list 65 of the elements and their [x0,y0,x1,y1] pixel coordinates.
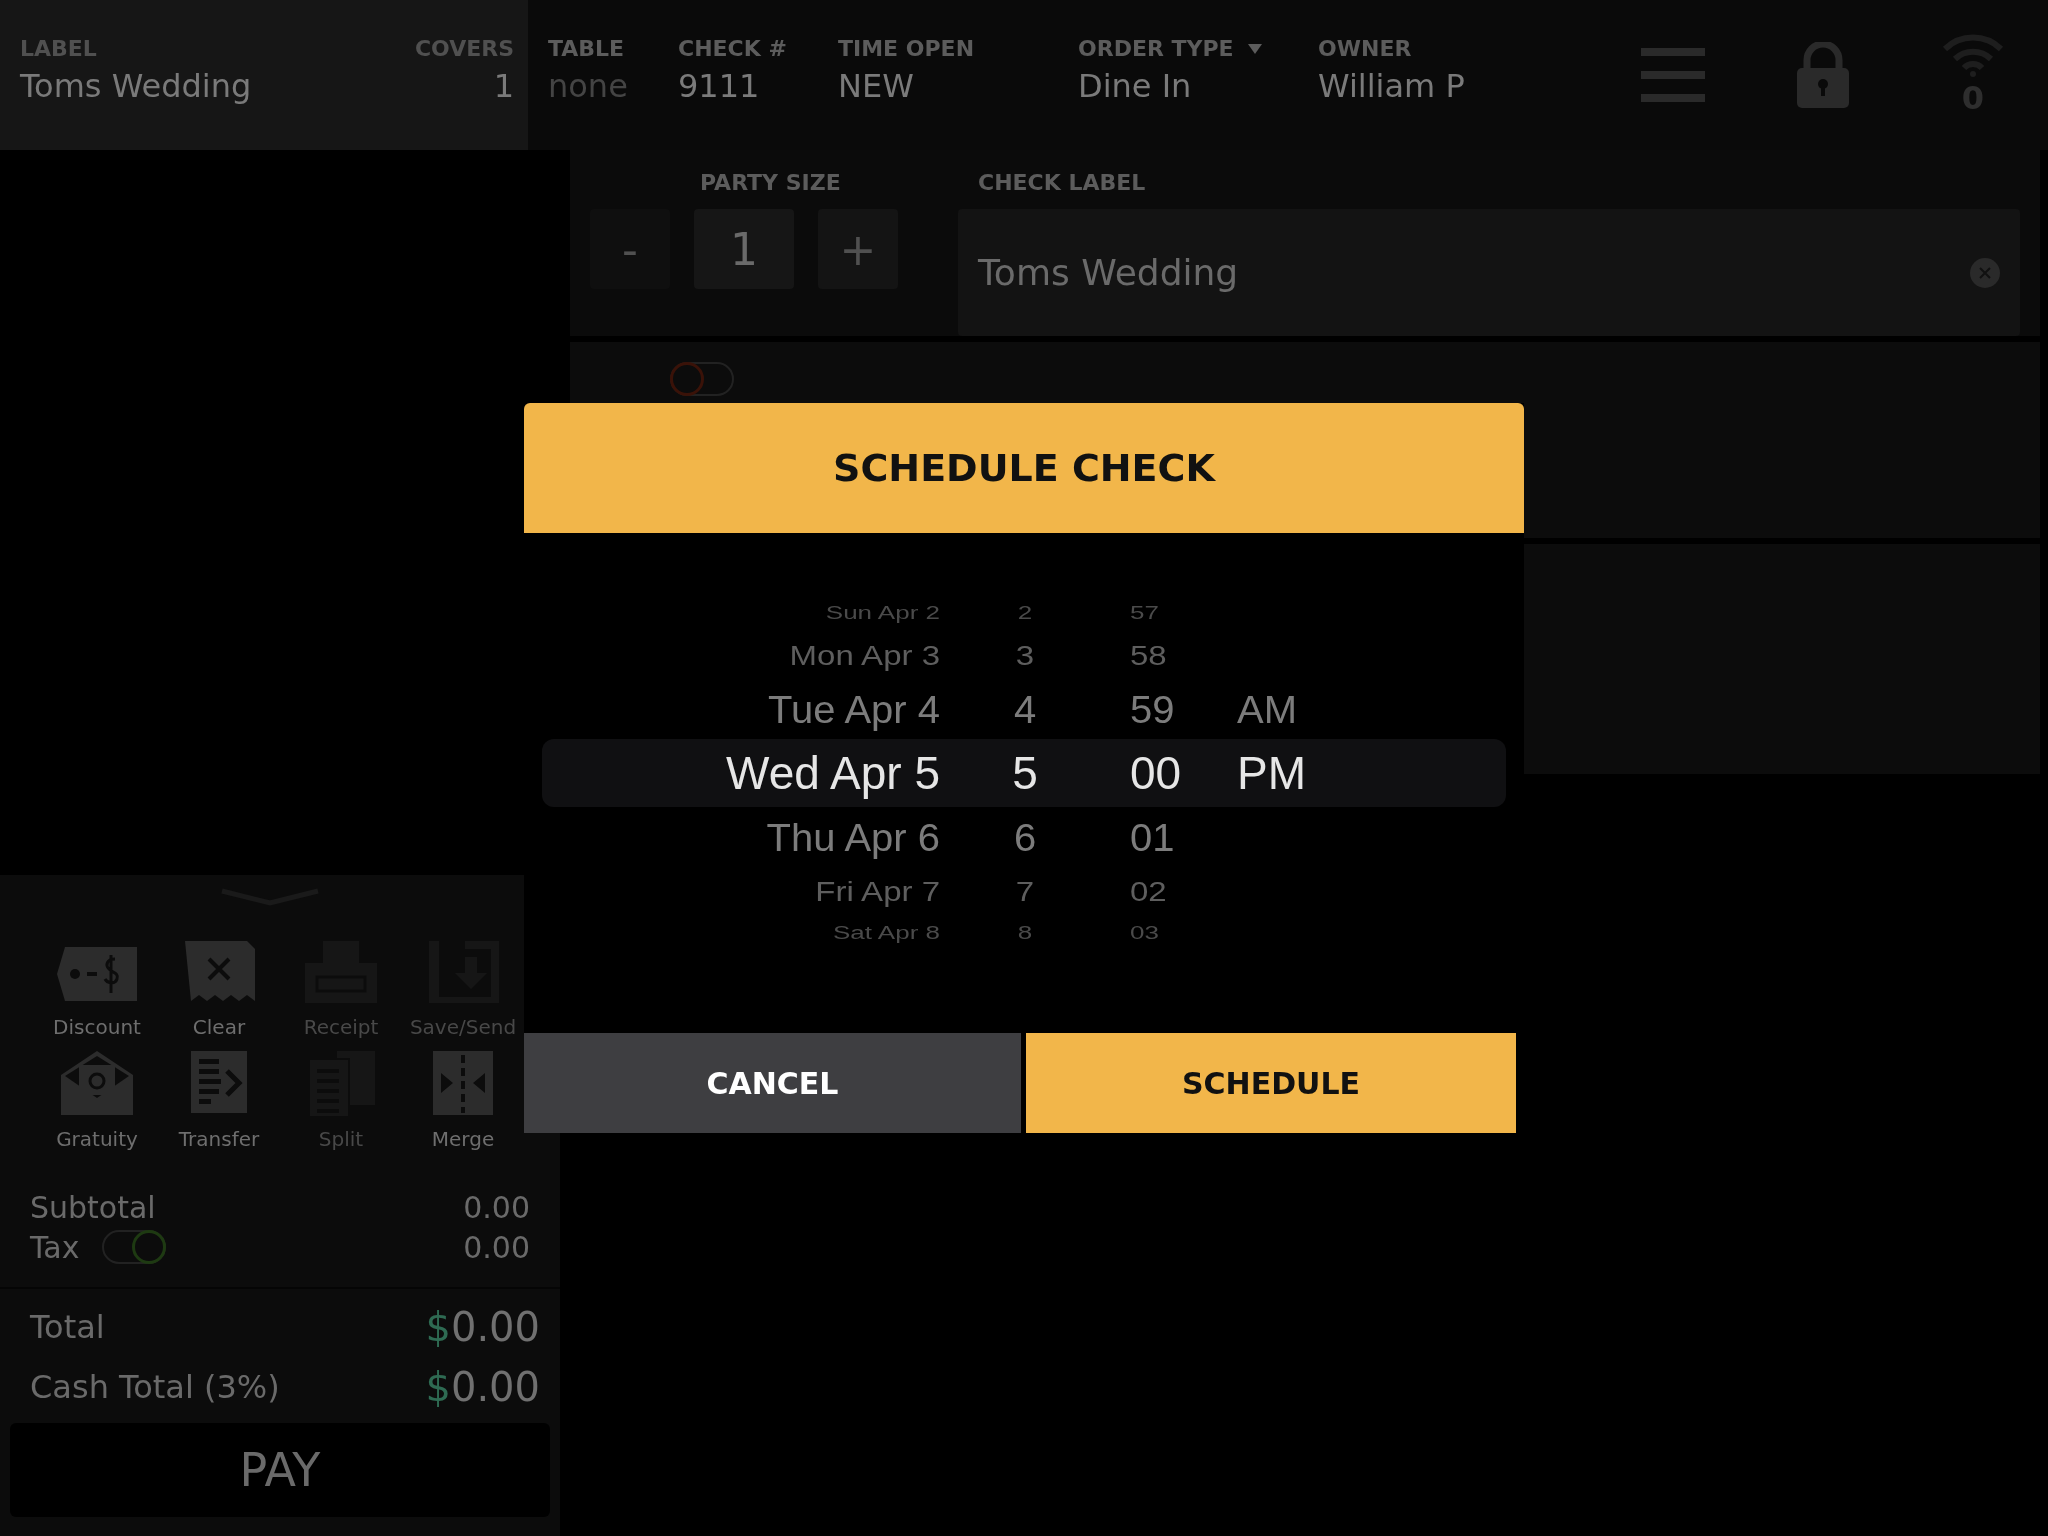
action-button[interactable]: Clear [158,937,280,1039]
action-button[interactable]: Transfer [158,1049,280,1151]
picker-option[interactable]: 2 [1017,603,1033,623]
dropdown-caret-icon[interactable] [1247,43,1262,54]
field-value[interactable]: Dine In [1078,67,1318,105]
picker-option[interactable]: 5 [1012,750,1038,796]
covers-value: 1 [493,67,514,105]
field-value: 9111 [678,67,761,105]
picker-option[interactable]: 02 [1130,876,1167,906]
schedule-button[interactable]: SCHEDULE [1025,1033,1516,1133]
field-caption: LABEL [20,36,97,61]
picker-option[interactable]: Mon Apr 3 [789,640,940,670]
field-caption: OWNER [1318,36,1412,61]
action-button[interactable]: Discount [36,937,158,1039]
field-caption: ORDER TYPE [1078,36,1234,61]
picker-option[interactable]: 7 [1015,876,1035,906]
picker-option[interactable]: 59 [1130,689,1175,729]
picker-option[interactable]: Sun Apr 2 [825,603,940,623]
tax-toggle[interactable] [101,1230,166,1264]
picker-option[interactable]: 03 [1130,923,1159,943]
picker-option[interactable]: Fri Apr 7 [815,876,940,906]
picker-option[interactable]: Sat Apr 8 [833,923,940,943]
subtotal-value: 0.00 [463,1189,530,1225]
picker-option[interactable]: 3 [1015,640,1035,670]
picker-option[interactable]: 57 [1130,603,1159,623]
party-size-value: 1 [694,209,794,289]
picker-option[interactable]: 00 [1130,750,1182,796]
field-value: William P [1318,67,1466,105]
lock-icon[interactable] [1797,42,1849,108]
pay-button[interactable]: PAY [10,1423,550,1517]
picker-option[interactable]: 6 [1013,817,1037,857]
action-button[interactable]: Gratuity [36,1049,158,1151]
party-size-caption: PARTY SIZE [699,170,842,195]
total-label: Total [30,1308,105,1346]
clear-icon[interactable] [1970,257,2000,288]
menu-icon[interactable] [1641,48,1705,102]
tax-value: 0.00 [463,1229,530,1265]
field-value: none [548,67,629,105]
total-amount: $0.00 [425,1304,540,1350]
total-label: Cash Total (3%) [30,1368,280,1406]
check-label-caption: CHECK LABEL [977,170,1147,195]
total-amount: $0.00 [425,1364,540,1410]
toggle-switch[interactable] [670,362,734,396]
picker-option[interactable]: Thu Apr 6 [766,817,940,857]
dialog-title: SCHEDULE CHECK [524,403,1524,533]
decrement-button[interactable]: - [590,209,670,289]
field-caption: COVERS [414,36,514,61]
picker-option[interactable]: 8 [1017,923,1033,943]
subtotal-label: Subtotal [30,1189,156,1225]
action-button[interactable]: Merge [402,1049,524,1151]
field-caption: CHECK # [678,36,787,61]
label-value: Toms Wedding [20,67,252,105]
field-caption: TIME OPEN [838,36,975,61]
picker-option[interactable]: Tue Apr 4 [768,689,940,729]
picker-option[interactable]: PM [1237,750,1306,796]
field-caption: TABLE [548,36,625,61]
field-value: NEW [838,67,915,105]
picker-option[interactable]: 4 [1013,689,1037,729]
tax-label: Tax [30,1229,80,1265]
picker-option[interactable]: 01 [1130,817,1175,857]
check-label-field[interactable]: Toms Wedding [958,209,2020,336]
cancel-button[interactable]: CANCEL [524,1033,1021,1133]
increment-button[interactable]: + [818,209,898,289]
picker-option[interactable]: 58 [1130,640,1167,670]
picker-option[interactable]: AM [1237,689,1297,729]
